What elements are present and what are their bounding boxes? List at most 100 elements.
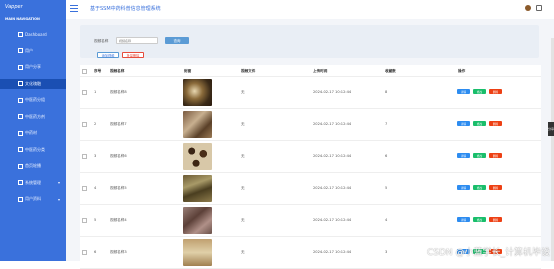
dashboard-icon: [18, 31, 23, 37]
delete-button[interactable]: 删除: [489, 121, 502, 126]
upload-time: 2024-02-17 10:12:44: [313, 122, 352, 126]
sidebar-item-label: 用户资料: [25, 196, 41, 201]
view-button[interactable]: 详情: [457, 121, 470, 126]
video-name: 视频名称3: [110, 250, 127, 254]
view-button[interactable]: 详情: [457, 89, 470, 94]
edit-button[interactable]: 修改: [473, 217, 486, 222]
view-button[interactable]: 详情: [457, 185, 470, 190]
row-checkbox[interactable]: [82, 90, 87, 95]
category-icon: [18, 147, 23, 152]
batch-delete-button[interactable]: 批量删除: [122, 52, 144, 58]
upload-time: 2024-02-17 10:12:44: [313, 218, 352, 222]
row-index: 1: [94, 90, 97, 94]
sidebar-item-label: 首页轮播: [25, 163, 41, 168]
video-file: 无: [241, 122, 245, 126]
edit-button[interactable]: 修改: [473, 121, 486, 126]
edit-button[interactable]: 修改: [473, 89, 486, 94]
video-name: 视频名称4: [110, 218, 127, 222]
nav-title: MAIN NAVIGATION: [5, 17, 40, 21]
sidebar-item[interactable]: 中医药分类: [0, 145, 66, 155]
cover-image: [183, 143, 212, 170]
column-header: 收藏数: [385, 69, 396, 73]
data-table: 序号 视频名称 封面 视频文件 上传时间 收藏数 操作 1 视频名称8 无 2024-…: [80, 65, 541, 269]
settings-icon: [18, 180, 23, 185]
column-header: 视频文件: [241, 69, 256, 73]
sidebar-item[interactable]: 首页轮播: [0, 161, 66, 171]
favorites-count: 7: [385, 122, 388, 126]
cover-image: [183, 207, 212, 234]
upload-time: 2024-02-17 10:12:44: [313, 250, 352, 254]
cover-image: [183, 111, 212, 138]
sidebar-item-label: 用户: [25, 47, 33, 53]
row-checkbox[interactable]: [82, 186, 87, 191]
sidebar-item-label: 文化瑰融: [25, 80, 41, 86]
column-header: 视频名称: [110, 69, 125, 73]
sidebar-item-label: 中药材: [25, 130, 37, 135]
video-file: 无: [241, 90, 245, 94]
select-all-checkbox[interactable]: [82, 69, 87, 74]
video-file: 无: [241, 186, 245, 190]
sidebar-item[interactable]: 文化瑰融: [0, 78, 75, 89]
main-content: 视频名称 查询 添加视频 批量删除 序号 视频名称 封面 视频文件 上传时间 收…: [66, 19, 554, 269]
row-index: 5: [94, 218, 97, 222]
video-name: 视频名称5: [110, 186, 127, 190]
upload-time: 2024-02-17 10:12:44: [313, 90, 352, 94]
video-file: 无: [241, 218, 245, 222]
logout-icon[interactable]: [536, 5, 542, 11]
favorites-count: 5: [385, 186, 388, 190]
column-header: 操作: [458, 69, 466, 73]
delete-button[interactable]: 删除: [489, 217, 502, 222]
sidebar-item[interactable]: 中医药方剂: [0, 112, 66, 122]
header: 基于SSM中药科普信息管理系统: [66, 0, 554, 20]
add-button[interactable]: 添加视频: [97, 52, 119, 58]
column-header: 封面: [184, 69, 192, 73]
share-icon: [18, 64, 23, 70]
sidebar-item[interactable]: Dashboard: [0, 29, 66, 39]
upload-time: 2024-02-17 10:12:44: [313, 186, 352, 190]
row-index: 2: [94, 122, 97, 126]
row-checkbox[interactable]: [82, 154, 87, 159]
video-name: 视频名称7: [110, 122, 127, 126]
row-checkbox[interactable]: [82, 218, 87, 223]
sidebar-item[interactable]: 中药材: [0, 128, 66, 138]
table-row: 3 视频名称6 无 2024-02-17 10:12:44 6 详情 修改 删除: [80, 141, 541, 173]
avatar[interactable]: [525, 5, 531, 11]
sidebar: Vapper MAIN NAVIGATION Dashboard 用户 用户分享 文化…: [0, 0, 75, 261]
sidebar-item[interactable]: 用户分享: [0, 62, 66, 72]
favorites-count: 3: [385, 250, 388, 254]
menu-toggle-icon[interactable]: [70, 5, 78, 12]
favorites-count: 4: [385, 218, 388, 222]
video-file: 无: [241, 154, 245, 158]
video-name: 视频名称8: [110, 90, 127, 94]
sidebar-item[interactable]: 中医药分组: [0, 95, 66, 105]
row-checkbox[interactable]: [82, 250, 87, 255]
sidebar-item[interactable]: 系统管理 ▾: [0, 178, 66, 188]
side-share-tab[interactable]: 分享: [548, 122, 554, 136]
search-input[interactable]: [116, 37, 158, 44]
sidebar-item-label: 系统管理: [25, 179, 41, 185]
edit-button[interactable]: 修改: [473, 153, 486, 158]
row-checkbox[interactable]: [82, 122, 87, 127]
watermark: CSDN @小蓝学长_计算机毕设: [426, 248, 550, 258]
delete-button[interactable]: 删除: [489, 153, 502, 158]
sidebar-item[interactable]: 用户: [0, 46, 66, 56]
row-index: 4: [94, 186, 97, 190]
sidebar-item[interactable]: 用户资料 ▾: [0, 194, 66, 204]
sidebar-item-label: 中医药分类: [25, 146, 45, 152]
video-file: 无: [241, 250, 245, 254]
table-header: 序号 视频名称 封面 视频文件 上传时间 收藏数 操作: [80, 65, 541, 77]
column-header: 上传时间: [313, 69, 328, 73]
row-index: 6: [94, 250, 97, 254]
view-button[interactable]: 详情: [457, 217, 470, 222]
table-row: 4 视频名称5 无 2024-02-17 10:12:44 5 详情 修改 删除: [80, 173, 541, 205]
view-button[interactable]: 详情: [457, 153, 470, 158]
cover-image: [183, 79, 212, 106]
delete-button[interactable]: 删除: [489, 185, 502, 190]
sidebar-item-label: Dashboard: [25, 31, 47, 37]
search-button[interactable]: 查询: [165, 37, 189, 44]
edit-button[interactable]: 修改: [473, 185, 486, 190]
table-row: 5 视频名称4 无 2024-02-17 10:12:44 4 详情 修改 删除: [80, 205, 541, 237]
delete-button[interactable]: 删除: [489, 89, 502, 94]
favorites-count: 6: [385, 154, 388, 158]
sidebar-item-label: 中医药方剂: [25, 113, 45, 119]
